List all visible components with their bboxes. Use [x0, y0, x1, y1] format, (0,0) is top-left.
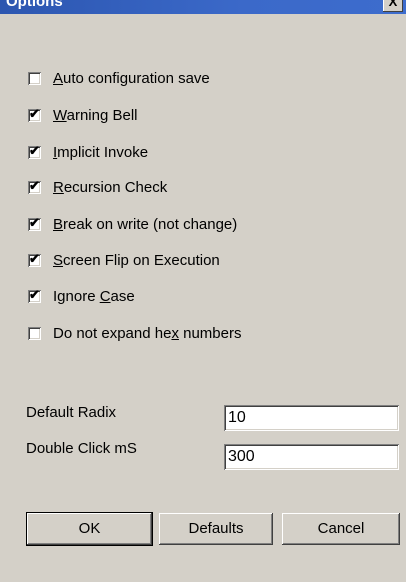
- title-bar[interactable]: Options X: [0, 0, 406, 14]
- check-mark-icon: ✔: [29, 250, 40, 266]
- close-button[interactable]: X: [383, 0, 403, 12]
- checkbox-box[interactable]: [28, 71, 41, 85]
- checkbox-label: Screen Flip on Execution: [53, 251, 220, 269]
- checkbox-recursion-check[interactable]: ✔ Recursion Check: [28, 177, 167, 197]
- ok-button[interactable]: OK: [27, 513, 152, 545]
- checkbox-label: Warning Bell: [53, 106, 138, 124]
- checkbox-label: Recursion Check: [53, 178, 168, 196]
- checkbox-box[interactable]: ✔: [28, 250, 41, 267]
- checkbox-label: Implicit Invoke: [53, 143, 149, 161]
- default-radix-input[interactable]: 10: [224, 405, 399, 431]
- checkbox-box[interactable]: ✔: [28, 286, 41, 303]
- checkbox-break-on-write[interactable]: ✔ Break on write (not change): [28, 214, 237, 234]
- options-dialog: Options X Auto configuration save ✔ Warn…: [0, 0, 406, 582]
- check-mark-icon: ✔: [29, 105, 40, 121]
- check-mark-icon: ✔: [29, 286, 40, 302]
- checkbox-do-not-expand-hex-numbers[interactable]: Do not expand hex numbers: [28, 323, 241, 343]
- checkbox-label: Ignore Case: [53, 287, 135, 305]
- checkbox-box[interactable]: ✔: [28, 177, 41, 194]
- close-icon: X: [388, 0, 398, 9]
- checkbox-box[interactable]: ✔: [28, 105, 41, 122]
- checkbox-label: Break on write (not change): [53, 215, 238, 233]
- check-mark-icon: ✔: [29, 214, 40, 230]
- checkbox-ignore-case[interactable]: ✔ Ignore Case: [28, 286, 135, 306]
- checkbox-box[interactable]: [28, 326, 41, 340]
- double-click-ms-label: Double Click mS: [26, 440, 137, 457]
- defaults-button[interactable]: Defaults: [159, 513, 273, 545]
- checkbox-box[interactable]: ✔: [28, 142, 41, 159]
- checkbox-screen-flip-on-execution[interactable]: ✔ Screen Flip on Execution: [28, 250, 220, 270]
- check-mark-icon: ✔: [29, 142, 40, 158]
- checkbox-label: Do not expand hex numbers: [53, 324, 242, 342]
- checkbox-warning-bell[interactable]: ✔ Warning Bell: [28, 105, 138, 125]
- checkbox-label: Auto configuration save: [53, 69, 210, 87]
- default-radix-label: Default Radix: [26, 404, 117, 421]
- double-click-ms-input[interactable]: 300: [224, 444, 399, 470]
- cancel-button[interactable]: Cancel: [282, 513, 400, 545]
- checkbox-implicit-invoke[interactable]: ✔ Implicit Invoke: [28, 142, 148, 162]
- check-mark-icon: ✔: [29, 177, 40, 193]
- checkbox-auto-configuration-save[interactable]: Auto configuration save: [28, 68, 210, 88]
- checkbox-box[interactable]: ✔: [28, 214, 41, 231]
- window-title: Options: [6, 0, 63, 10]
